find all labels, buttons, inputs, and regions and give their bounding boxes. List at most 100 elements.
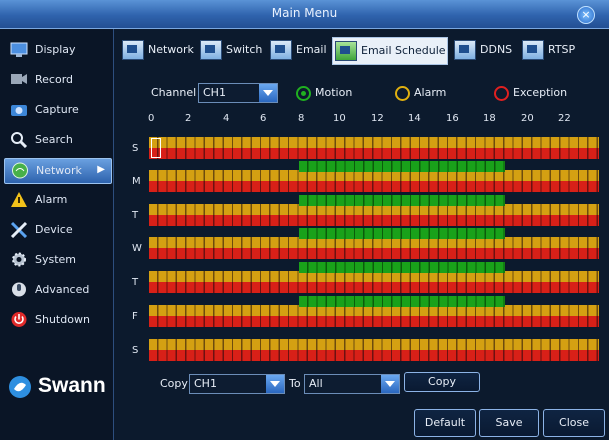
tab-email-schedule[interactable]: Email Schedule [332, 37, 448, 65]
motion-bar [299, 161, 505, 172]
alarm-bar [149, 339, 599, 350]
exception-bar [149, 350, 599, 361]
hour-label: 12 [371, 113, 384, 124]
sidebar-item-record[interactable]: Record [4, 68, 110, 92]
copy-button[interactable]: Copy [404, 372, 480, 392]
brand-name: Swann [38, 374, 106, 397]
advanced-icon [12, 282, 26, 297]
sidebar-item-label: Display [35, 43, 76, 56]
schedule-row-thursday[interactable] [149, 262, 599, 293]
channel-label: Channel [151, 86, 197, 99]
sidebar-item-search[interactable]: Search [4, 128, 110, 152]
email-tab-icon [270, 40, 292, 60]
schedule-row-tuesday[interactable] [149, 195, 599, 226]
tab-label: Email Schedule [361, 44, 446, 57]
email-schedule-tab-icon [335, 41, 357, 61]
hour-label: 4 [223, 113, 230, 124]
legend-motion-label: Motion [315, 86, 353, 99]
close-icon[interactable]: × [577, 6, 595, 24]
window-title: Main Menu [271, 6, 338, 20]
day-label: S [132, 143, 139, 154]
exception-bar [149, 282, 599, 293]
tab-label: RTSP [548, 43, 576, 56]
sidebar-item-label: Network [36, 164, 82, 177]
tab-network[interactable]: Network [120, 37, 194, 63]
rtsp-tab-icon [522, 40, 544, 60]
sidebar-item-label: System [35, 253, 77, 266]
schedule-row-monday[interactable] [149, 161, 599, 192]
tab-switch[interactable]: Switch [198, 37, 264, 63]
close-button[interactable]: Close [543, 409, 605, 437]
to-label: To [289, 377, 301, 390]
sidebar-item-label: Capture [35, 103, 79, 116]
sidebar-item-label: Record [35, 73, 74, 86]
tab-bar: Network Switch Email Email Schedule DDNS… [118, 37, 606, 65]
switch-tab-icon [200, 40, 222, 60]
default-button[interactable]: Default [414, 409, 476, 437]
camera-icon [11, 105, 27, 116]
copy-to-value: All [309, 377, 323, 390]
display-icon [10, 42, 28, 57]
sidebar-item-network[interactable]: Network ▶ [4, 158, 112, 184]
motion-radio-icon [296, 86, 311, 101]
hour-label: 10 [333, 113, 346, 124]
day-label: S [132, 345, 139, 356]
tab-ddns[interactable]: DDNS [452, 37, 516, 63]
save-button[interactable]: Save [479, 409, 539, 437]
tab-email[interactable]: Email [268, 37, 330, 63]
sidebar-item-advanced[interactable]: Advanced [4, 278, 110, 302]
tab-rtsp[interactable]: RTSP [520, 37, 582, 63]
sidebar: Display Record Capture Search Network ▶ … [0, 29, 114, 440]
day-label: T [132, 210, 139, 221]
schedule-row-friday[interactable] [149, 296, 599, 327]
legend-exception-label: Exception [513, 86, 568, 99]
network-icon [12, 162, 28, 179]
search-icon [11, 132, 28, 148]
hour-label: 16 [446, 113, 459, 124]
day-label: M [132, 176, 141, 187]
gear-icon [12, 252, 26, 267]
swann-logo-icon [9, 376, 31, 398]
schedule-row-saturday[interactable] [149, 339, 599, 361]
sidebar-item-system[interactable]: System [4, 248, 110, 272]
exception-radio-icon [494, 86, 509, 101]
sidebar-item-label: Device [35, 223, 73, 236]
motion-bar [299, 296, 505, 307]
record-icon [11, 74, 27, 84]
sidebar-item-label: Alarm [35, 193, 68, 206]
channel-value: CH1 [203, 86, 226, 99]
ddns-tab-icon [454, 40, 476, 60]
day-label: W [132, 243, 142, 254]
alarm-bar [149, 137, 599, 148]
sidebar-item-alarm[interactable]: Alarm [4, 188, 110, 212]
hour-label: 18 [483, 113, 496, 124]
motion-bar [299, 195, 505, 206]
day-label: T [132, 277, 139, 288]
arrow-right-icon: ▶ [97, 164, 105, 175]
hour-label: 0 [148, 113, 155, 124]
day-label: F [132, 311, 138, 322]
sidebar-item-device[interactable]: Device [4, 218, 110, 242]
sidebar-item-display[interactable]: Display [4, 38, 110, 62]
copy-from-select[interactable]: CH1 [189, 374, 285, 394]
copy-to-select[interactable]: All [304, 374, 400, 394]
tools-icon [10, 221, 28, 238]
network-tab-icon [122, 40, 144, 60]
title-bar: Main Menu × [0, 0, 609, 29]
sidebar-item-capture[interactable]: Capture [4, 98, 110, 122]
copy-label: Copy [160, 377, 188, 390]
sidebar-item-label: Search [35, 133, 73, 146]
channel-select[interactable]: CH1 [198, 83, 278, 103]
exception-bar [149, 316, 599, 327]
copy-from-value: CH1 [194, 377, 217, 390]
schedule-cursor [151, 138, 161, 158]
exception-bar [149, 215, 599, 226]
sidebar-item-shutdown[interactable]: Shutdown [4, 308, 110, 332]
legend-alarm-label: Alarm [414, 86, 447, 99]
exception-bar [149, 148, 599, 159]
schedule-row-sunday[interactable] [149, 137, 599, 159]
hour-label: 20 [521, 113, 534, 124]
schedule-row-wednesday[interactable] [149, 228, 599, 259]
sidebar-item-label: Shutdown [35, 313, 90, 326]
hour-label: 22 [558, 113, 571, 124]
